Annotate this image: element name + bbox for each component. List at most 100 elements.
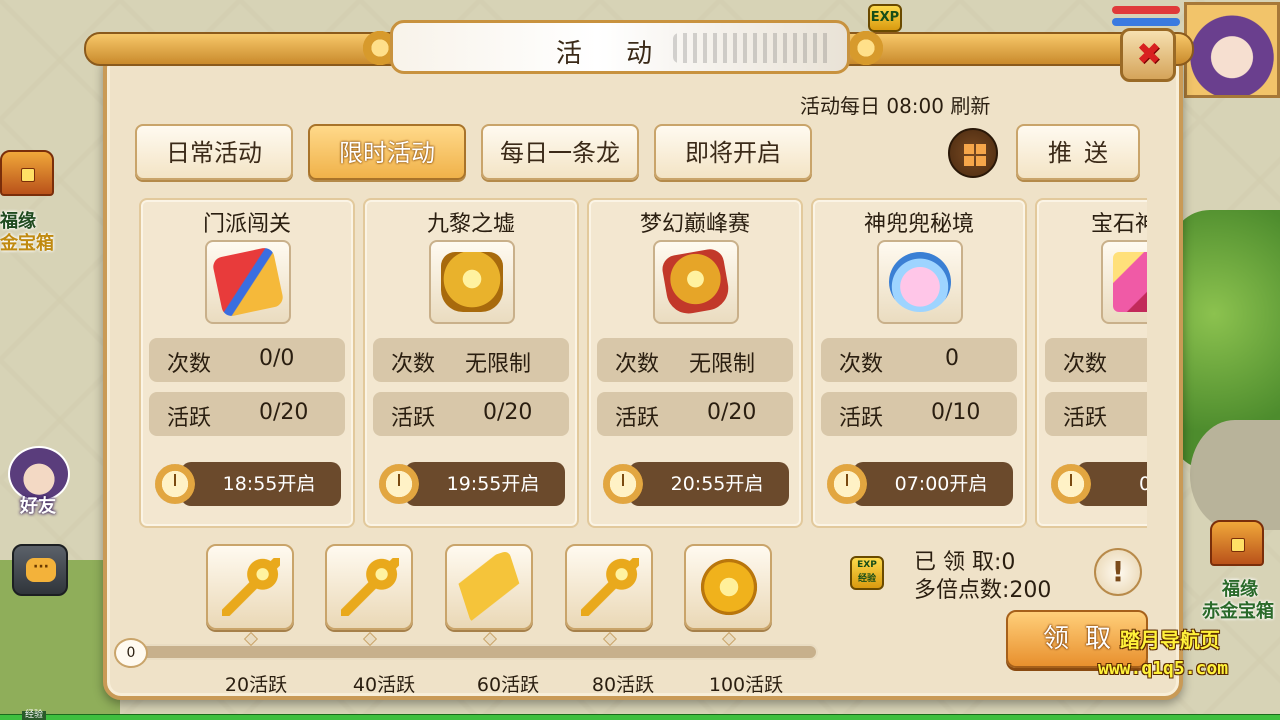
count-label: 次数 bbox=[1063, 352, 1108, 377]
activity-card-list[interactable]: 门派闯关 次数 0/0 活跃 0/20 18:55开启 九黎之墟 次数 无限制 活跃 0… bbox=[139, 198, 1147, 528]
gold-scroll-icon bbox=[441, 252, 503, 312]
left-chest-label-2: 金宝箱 bbox=[0, 233, 54, 254]
card-title: 宝石神 bbox=[1091, 212, 1147, 237]
left-treasure-chest-icon[interactable] bbox=[0, 150, 54, 196]
hp-bar bbox=[1112, 6, 1180, 14]
open-time: 19:55开启 bbox=[405, 462, 565, 506]
reward-chest-100[interactable] bbox=[684, 544, 772, 630]
card-icon-frame bbox=[653, 240, 739, 324]
swirl-right-icon bbox=[846, 28, 886, 68]
open-time: 07:00开启 bbox=[853, 462, 1013, 506]
count-label: 次数 bbox=[391, 352, 436, 377]
experience-bar-label: 经验 bbox=[22, 711, 47, 720]
milestone-label: 100活跃 bbox=[708, 674, 784, 696]
tab-daily[interactable]: 日常活动 bbox=[135, 124, 293, 180]
tab-daily-dragon[interactable]: 每日一条龙 bbox=[481, 124, 639, 180]
active-value: 0/10 bbox=[931, 400, 981, 425]
activity-card[interactable]: 神兜兜秘境 次数 0 活跃 0/10 07:00开启 bbox=[811, 198, 1027, 528]
clock-icon bbox=[379, 464, 419, 504]
count-row: 次数 0 bbox=[821, 338, 1017, 382]
card-title: 门派闯关 bbox=[202, 212, 291, 237]
watermark-url: www.q1q5.com bbox=[1098, 658, 1229, 679]
active-row: 活跃 0/20 bbox=[597, 392, 793, 436]
active-row: 活跃 0/10 bbox=[821, 392, 1017, 436]
exp-badge-bottom: 经验 bbox=[857, 574, 876, 584]
count-row: 次数 无限制 bbox=[597, 338, 793, 382]
milestone-label: 20活跃 bbox=[224, 674, 288, 696]
banner-icon bbox=[211, 246, 285, 318]
active-label: 活跃 bbox=[391, 406, 436, 431]
activity-card[interactable]: 门派闯关 次数 0/0 活跃 0/20 18:55开启 bbox=[139, 198, 355, 528]
clock-icon bbox=[827, 464, 867, 504]
gold-key-icon bbox=[341, 558, 399, 616]
gold-key-icon bbox=[581, 558, 639, 616]
card-icon-frame bbox=[205, 240, 291, 324]
reward-chest-80[interactable] bbox=[565, 544, 653, 630]
exp-badge-icon: EXP 经验 bbox=[850, 556, 884, 590]
milestone-label: 60活跃 bbox=[476, 674, 540, 696]
chat-button[interactable]: ··· bbox=[12, 544, 68, 596]
push-button[interactable]: 推送 bbox=[1016, 124, 1140, 180]
close-icon: ✖ bbox=[1136, 37, 1162, 72]
title-plate: 活 动 bbox=[390, 20, 850, 74]
gold-coin-icon bbox=[700, 558, 758, 616]
multiplier-points: 多倍点数:200 bbox=[914, 578, 1052, 603]
mp-bar bbox=[1112, 18, 1180, 26]
activity-card[interactable]: 梦幻巅峰赛 次数 无限制 活跃 0/20 20:55开启 bbox=[587, 198, 803, 528]
reward-chest-60[interactable] bbox=[445, 544, 533, 630]
page-title: 活 动 bbox=[555, 39, 671, 69]
reward-chest-40[interactable] bbox=[325, 544, 413, 630]
player-portrait-avatar[interactable] bbox=[1184, 2, 1280, 98]
reward-chest-20[interactable] bbox=[206, 544, 294, 630]
grid-menu-button[interactable] bbox=[948, 128, 998, 178]
count-label: 次数 bbox=[167, 352, 212, 377]
open-time: 18:55开启 bbox=[181, 462, 341, 506]
card-icon-frame bbox=[429, 240, 515, 324]
count-value: 无限制 bbox=[689, 352, 756, 377]
activity-card[interactable]: 宝石神 次数 活跃 07:3 bbox=[1035, 198, 1147, 528]
right-treasure-chest-icon[interactable] bbox=[1210, 520, 1264, 566]
milestone-label: 80活跃 bbox=[591, 674, 655, 696]
right-chest-label-2: 赤金宝箱 bbox=[1202, 601, 1274, 622]
activity-card[interactable]: 九黎之墟 次数 无限制 活跃 0/20 19:55开启 bbox=[363, 198, 579, 528]
active-value: 0/20 bbox=[707, 400, 757, 425]
active-value: 0/20 bbox=[259, 400, 309, 425]
count-row: 次数 无限制 bbox=[373, 338, 569, 382]
stone-statue bbox=[1190, 420, 1280, 530]
count-label: 次数 bbox=[839, 352, 884, 377]
card-icon-frame bbox=[877, 240, 963, 324]
close-button[interactable]: ✖ bbox=[1120, 28, 1176, 82]
count-value: 0 bbox=[945, 346, 959, 371]
right-chest-label-1: 福缘 bbox=[1222, 579, 1258, 600]
exp-badge-top: EXP bbox=[857, 560, 877, 570]
chat-icon: ··· bbox=[26, 558, 56, 582]
open-time: 20:55开启 bbox=[629, 462, 789, 506]
watermark-title: 踏月导航页 bbox=[1120, 628, 1220, 652]
card-title: 九黎之墟 bbox=[426, 212, 515, 237]
active-value: 0/20 bbox=[483, 400, 533, 425]
count-row: 次数 bbox=[1045, 338, 1147, 382]
info-icon[interactable]: ! bbox=[1094, 548, 1142, 596]
clock-icon bbox=[155, 464, 195, 504]
exp-tag-icon: EXP bbox=[868, 4, 902, 32]
activity-progress-bar bbox=[128, 644, 818, 660]
count-value: 0/0 bbox=[259, 346, 295, 371]
active-label: 活跃 bbox=[167, 406, 212, 431]
friend-label[interactable]: 好友 bbox=[20, 492, 56, 518]
gold-key-icon bbox=[222, 558, 280, 616]
active-label: 活跃 bbox=[839, 406, 884, 431]
milestone-label: 40活跃 bbox=[352, 674, 416, 696]
card-title: 梦幻巅峰赛 bbox=[639, 212, 750, 237]
red-scroll-icon bbox=[660, 247, 732, 317]
card-icon-frame bbox=[1101, 240, 1147, 324]
active-row: 活跃 0/20 bbox=[373, 392, 569, 436]
card-title: 神兜兜秘境 bbox=[863, 212, 974, 237]
gem-icon bbox=[1113, 252, 1147, 312]
tab-limited[interactable]: 限时活动 bbox=[308, 124, 466, 180]
clock-icon bbox=[1051, 464, 1091, 504]
active-row: 活跃 bbox=[1045, 392, 1147, 436]
active-label: 活跃 bbox=[615, 406, 660, 431]
active-label: 活跃 bbox=[1063, 406, 1108, 431]
gold-bar-icon bbox=[453, 550, 527, 624]
tab-upcoming[interactable]: 即将开启 bbox=[654, 124, 812, 180]
